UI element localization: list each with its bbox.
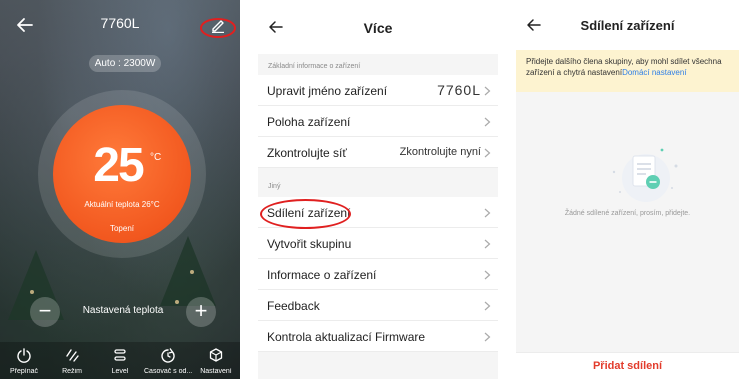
header: Sdílení zařízení [516, 0, 739, 50]
row-device-info[interactable]: Informace o zařízení [258, 259, 498, 290]
empty-document-icon [612, 148, 678, 202]
chevron-right-icon [484, 270, 491, 280]
nav-item-mode[interactable]: Režim [48, 342, 96, 379]
more-screen: Více Základní informace o zařízení Uprav… [258, 0, 498, 379]
row-firmware-update[interactable]: Kontrola aktualizací Firmware [258, 321, 498, 352]
chevron-right-icon [484, 239, 491, 249]
thermostat-screen: 7760L Auto : 2300W 25 °C Aktuální teplot… [0, 0, 240, 379]
row-label: Poloha zařízení [267, 115, 351, 129]
row-rename-device[interactable]: Upravit jméno zařízení 7760L [258, 75, 498, 106]
set-temperature-row: − Nastavená teplota + [30, 297, 216, 327]
settings-icon [209, 348, 223, 362]
mode-icon [66, 349, 79, 362]
mode-badge[interactable]: Auto : 2300W [89, 55, 161, 72]
share-device-screen: Sdílení zařízení Přidejte dalšího člena … [516, 0, 739, 379]
nav-label: Přepínač [9, 368, 39, 375]
temperature-unit: °C [150, 152, 162, 163]
current-temperature: 25 [93, 139, 144, 192]
row-feedback[interactable]: Feedback [258, 290, 498, 321]
row-label: Vytvořit skupinu [267, 237, 352, 251]
home-settings-link[interactable]: Domácí nastavení [622, 68, 686, 77]
timer-icon [161, 348, 175, 363]
nav-label: Režim [62, 368, 82, 375]
nav-item-level[interactable]: Level [96, 342, 144, 379]
chevron-right-icon [484, 332, 491, 342]
section-other: Jiný [268, 183, 281, 190]
background-light [190, 270, 194, 274]
row-value: Zkontrolujte nyní [399, 146, 481, 158]
power-icon [17, 348, 31, 363]
nav-item-settings[interactable]: Nastavení [192, 342, 240, 379]
add-share-button[interactable]: Přidat sdílení [516, 352, 739, 379]
row-label: Informace o zařízení [267, 268, 377, 282]
row-label: Zkontrolujte síť [267, 146, 347, 160]
row-check-network[interactable]: Zkontrolujte síť Zkontrolujte nyní [258, 137, 498, 168]
nav-label: Nastavení [200, 368, 232, 375]
chevron-right-icon [484, 117, 491, 127]
nav-item-timer[interactable]: Časovač s od... [144, 342, 192, 379]
increase-temperature-button[interactable]: + [186, 297, 216, 327]
heating-status: Topení [109, 224, 135, 233]
row-label: Kontrola aktualizací Firmware [267, 330, 426, 344]
highlight-circle [260, 199, 351, 229]
header: Více [258, 0, 498, 54]
nav-item-switch[interactable]: Přepínač [0, 342, 48, 379]
nav-label: Level [111, 368, 129, 375]
row-create-group[interactable]: Vytvořit skupinu [258, 228, 498, 259]
row-label: Upravit jméno zařízení [267, 84, 388, 98]
page-title: Více [363, 20, 393, 36]
empty-state-text: Žádné sdílené zařízení, prosím, přidejte… [564, 210, 691, 217]
highlight-circle [200, 18, 236, 38]
section-basic-info: Základní informace o zařízení [268, 63, 361, 70]
chevron-right-icon [484, 148, 491, 158]
current-temp-label: Aktuální teplota 26°C [84, 200, 160, 209]
row-value: 7760L [437, 82, 481, 98]
level-icon [114, 349, 126, 361]
chevron-right-icon [484, 86, 491, 96]
bottom-nav: Přepínač Režim Level Časovač s od... Nas… [0, 342, 240, 379]
chevron-right-icon [484, 208, 491, 218]
share-notice: Přidejte dalšího člena skupiny, aby mohl… [516, 50, 739, 92]
background-tree [160, 236, 216, 306]
chevron-right-icon [484, 301, 491, 311]
page-title: Sdílení zařízení [580, 18, 675, 33]
row-device-location[interactable]: Poloha zařízení [258, 106, 498, 137]
background-light [30, 290, 34, 294]
row-label: Feedback [267, 299, 320, 313]
nav-label: Časovač s od... [144, 368, 192, 375]
